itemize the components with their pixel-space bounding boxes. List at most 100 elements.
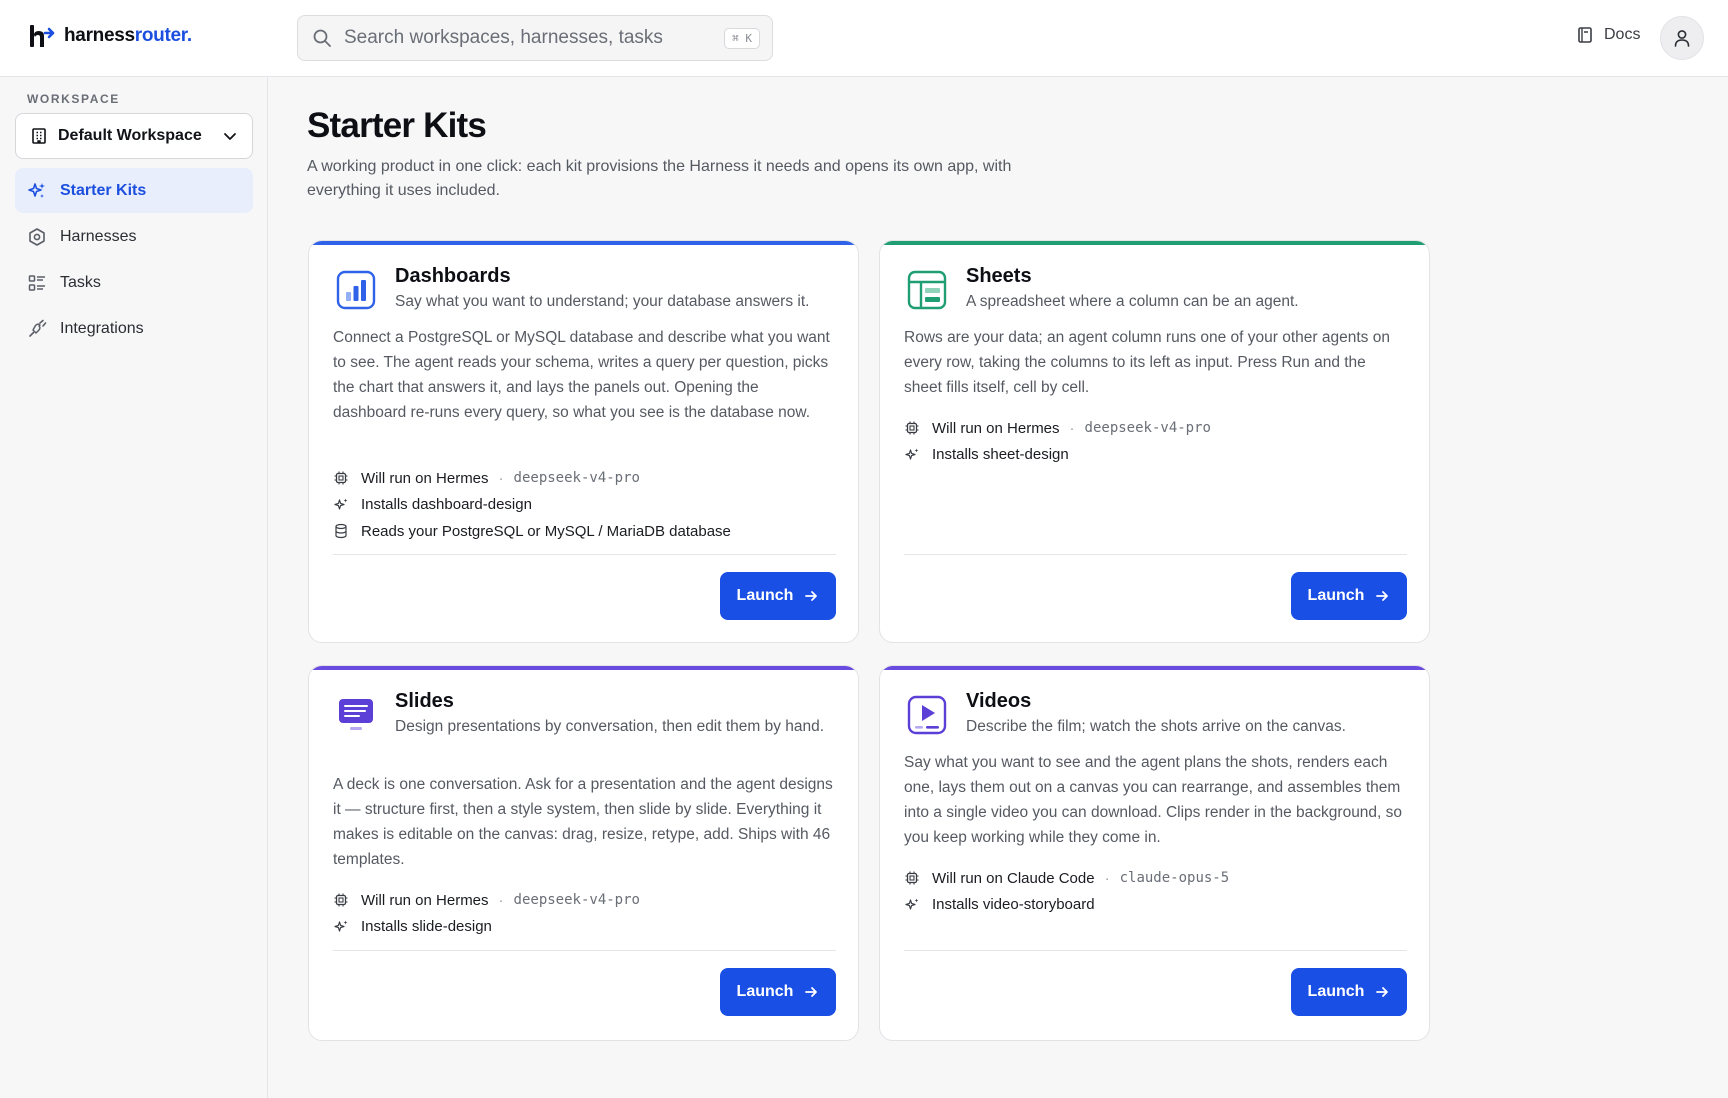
- kit-title: Slides: [395, 690, 454, 712]
- kit-card-videos: Videos Describe the film; watch the shot…: [879, 665, 1430, 1041]
- model-name: deepseek-v4-pro: [513, 892, 640, 909]
- launch-button[interactable]: Launch: [1291, 572, 1407, 620]
- sidebar-item-harnesses[interactable]: Harnesses: [15, 214, 253, 259]
- meta-installs: Installs dashboard-design: [333, 492, 836, 519]
- kit-description: Connect a PostgreSQL or MySQL database a…: [333, 329, 830, 421]
- sidebar-nav: Starter Kits Harnesses Tasks Integration…: [15, 168, 253, 352]
- meta-database: Reads your PostgreSQL or MySQL / MariaDB…: [333, 518, 836, 545]
- kit-card-dashboards: Dashboards Say what you want to understa…: [308, 240, 859, 643]
- search-box[interactable]: ⌘ K: [297, 15, 773, 61]
- card-divider: [904, 554, 1407, 555]
- launch-button[interactable]: Launch: [720, 968, 836, 1016]
- sparkles-icon: [905, 448, 919, 460]
- launch-label: Launch: [1307, 983, 1365, 1000]
- workspace-label: WORKSPACE: [27, 92, 120, 106]
- harnessrouter-logo-icon: [30, 25, 55, 47]
- brand-name: harnessrouter.: [64, 25, 192, 47]
- main-content: Starter Kits A working product in one cl…: [268, 77, 1728, 1098]
- kit-title: Sheets: [966, 265, 1032, 287]
- sidebar-item-label: Harnesses: [60, 227, 137, 245]
- page-subtitle: A working product in one click: each kit…: [307, 158, 1012, 199]
- sparkles-icon: [28, 182, 45, 198]
- user-avatar-button[interactable]: [1660, 16, 1704, 60]
- brand-name-accent: router.: [134, 25, 192, 46]
- installs-text: Installs dashboard-design: [361, 496, 532, 514]
- sidebar-item-tasks[interactable]: Tasks: [15, 260, 253, 305]
- launch-label: Launch: [1307, 587, 1365, 604]
- sidebar: WORKSPACE Default Workspace Starter Kits…: [0, 77, 268, 1098]
- presentation-icon: [339, 699, 373, 730]
- docs-link[interactable]: Docs: [1576, 26, 1640, 44]
- search-shortcut-badge: ⌘ K: [724, 27, 760, 49]
- chip-icon: [334, 893, 348, 907]
- sidebar-item-starter-kits[interactable]: Starter Kits: [15, 168, 253, 213]
- meta-runs-on: Will run on Claude Code · claude-opus-5: [904, 865, 1407, 892]
- runs-on-text: Will run on Claude Code: [932, 869, 1095, 887]
- workspace-name: Default Workspace: [58, 127, 202, 144]
- kit-meta: Will run on Claude Code · claude-opus-5 …: [904, 865, 1407, 918]
- video-icon: [907, 695, 947, 735]
- kit-meta: Will run on Hermes · deepseek-v4-pro Ins…: [333, 887, 836, 940]
- card-accent-bar: [309, 666, 858, 670]
- meta-installs: Installs slide-design: [333, 914, 836, 941]
- kit-tagline: Design presentations by conversation, th…: [395, 718, 825, 735]
- kit-tagline: Say what you want to understand; your da…: [395, 293, 810, 310]
- kit-description: Rows are your data; an agent column runs…: [904, 329, 1390, 396]
- arrow-right-icon: [1376, 987, 1389, 997]
- sparkles-icon: [905, 898, 919, 910]
- card-accent-bar: [880, 666, 1429, 670]
- kit-tagline: A spreadsheet where a column can be an a…: [966, 293, 1299, 310]
- chip-icon: [905, 871, 919, 885]
- meta-runs-on: Will run on Hermes · deepseek-v4-pro: [904, 415, 1407, 442]
- database-text: Reads your PostgreSQL or MySQL / MariaDB…: [361, 522, 731, 540]
- sidebar-item-integrations[interactable]: Integrations: [15, 306, 253, 351]
- plug-icon: [29, 319, 47, 337]
- runs-on-text: Will run on Hermes: [361, 469, 489, 487]
- sidebar-item-label: Starter Kits: [60, 181, 147, 199]
- arrow-right-icon: [1376, 591, 1389, 601]
- arrow-right-icon: [805, 591, 818, 601]
- card-divider: [333, 554, 836, 555]
- card-accent-bar: [880, 241, 1429, 245]
- launch-button[interactable]: Launch: [1291, 968, 1407, 1016]
- meta-runs-on: Will run on Hermes · deepseek-v4-pro: [333, 465, 836, 492]
- kit-card-sheets: Sheets A spreadsheet where a column can …: [879, 240, 1430, 643]
- meta-installs: Installs video-storyboard: [904, 892, 1407, 919]
- building-icon: [32, 128, 46, 144]
- book-icon: [1578, 27, 1592, 43]
- model-name: deepseek-v4-pro: [1084, 420, 1211, 437]
- runs-on-text: Will run on Hermes: [932, 419, 1060, 437]
- launch-button[interactable]: Launch: [720, 572, 836, 620]
- separator-dot: ·: [498, 469, 504, 487]
- search-icon: [313, 29, 331, 47]
- kit-meta: Will run on Hermes · deepseek-v4-pro Ins…: [333, 465, 836, 545]
- workspace-selector[interactable]: Default Workspace: [15, 113, 253, 159]
- sparkles-icon: [334, 920, 348, 932]
- search-input[interactable]: [344, 27, 725, 49]
- model-name: claude-opus-5: [1119, 870, 1230, 887]
- installs-text: Installs video-storyboard: [932, 896, 1095, 914]
- launch-label: Launch: [736, 983, 794, 1000]
- chip-icon: [905, 421, 919, 435]
- separator-dot: ·: [1104, 869, 1110, 887]
- meta-installs: Installs sheet-design: [904, 442, 1407, 469]
- card-divider: [333, 950, 836, 951]
- database-icon: [335, 524, 347, 539]
- page-title: Starter Kits: [307, 106, 487, 145]
- kit-description: A deck is one conversation. Ask for a pr…: [333, 776, 833, 868]
- kit-description: Say what you want to see and the agent p…: [904, 754, 1403, 846]
- kit-meta: Will run on Hermes · deepseek-v4-pro Ins…: [904, 415, 1407, 468]
- launch-label: Launch: [736, 587, 794, 604]
- brand-logo[interactable]: harnessrouter.: [28, 22, 192, 50]
- chip-icon: [334, 471, 348, 485]
- separator-dot: ·: [498, 891, 504, 909]
- sidebar-item-label: Tasks: [60, 273, 101, 291]
- kit-tagline: Describe the film; watch the shots arriv…: [966, 718, 1346, 735]
- card-divider: [904, 950, 1407, 951]
- docs-label: Docs: [1604, 26, 1641, 43]
- runs-on-text: Will run on Hermes: [361, 891, 489, 909]
- brand-name-main: harness: [64, 25, 135, 46]
- sidebar-item-label: Integrations: [60, 319, 144, 337]
- card-accent-bar: [309, 241, 858, 245]
- separator-dot: ·: [1069, 419, 1075, 437]
